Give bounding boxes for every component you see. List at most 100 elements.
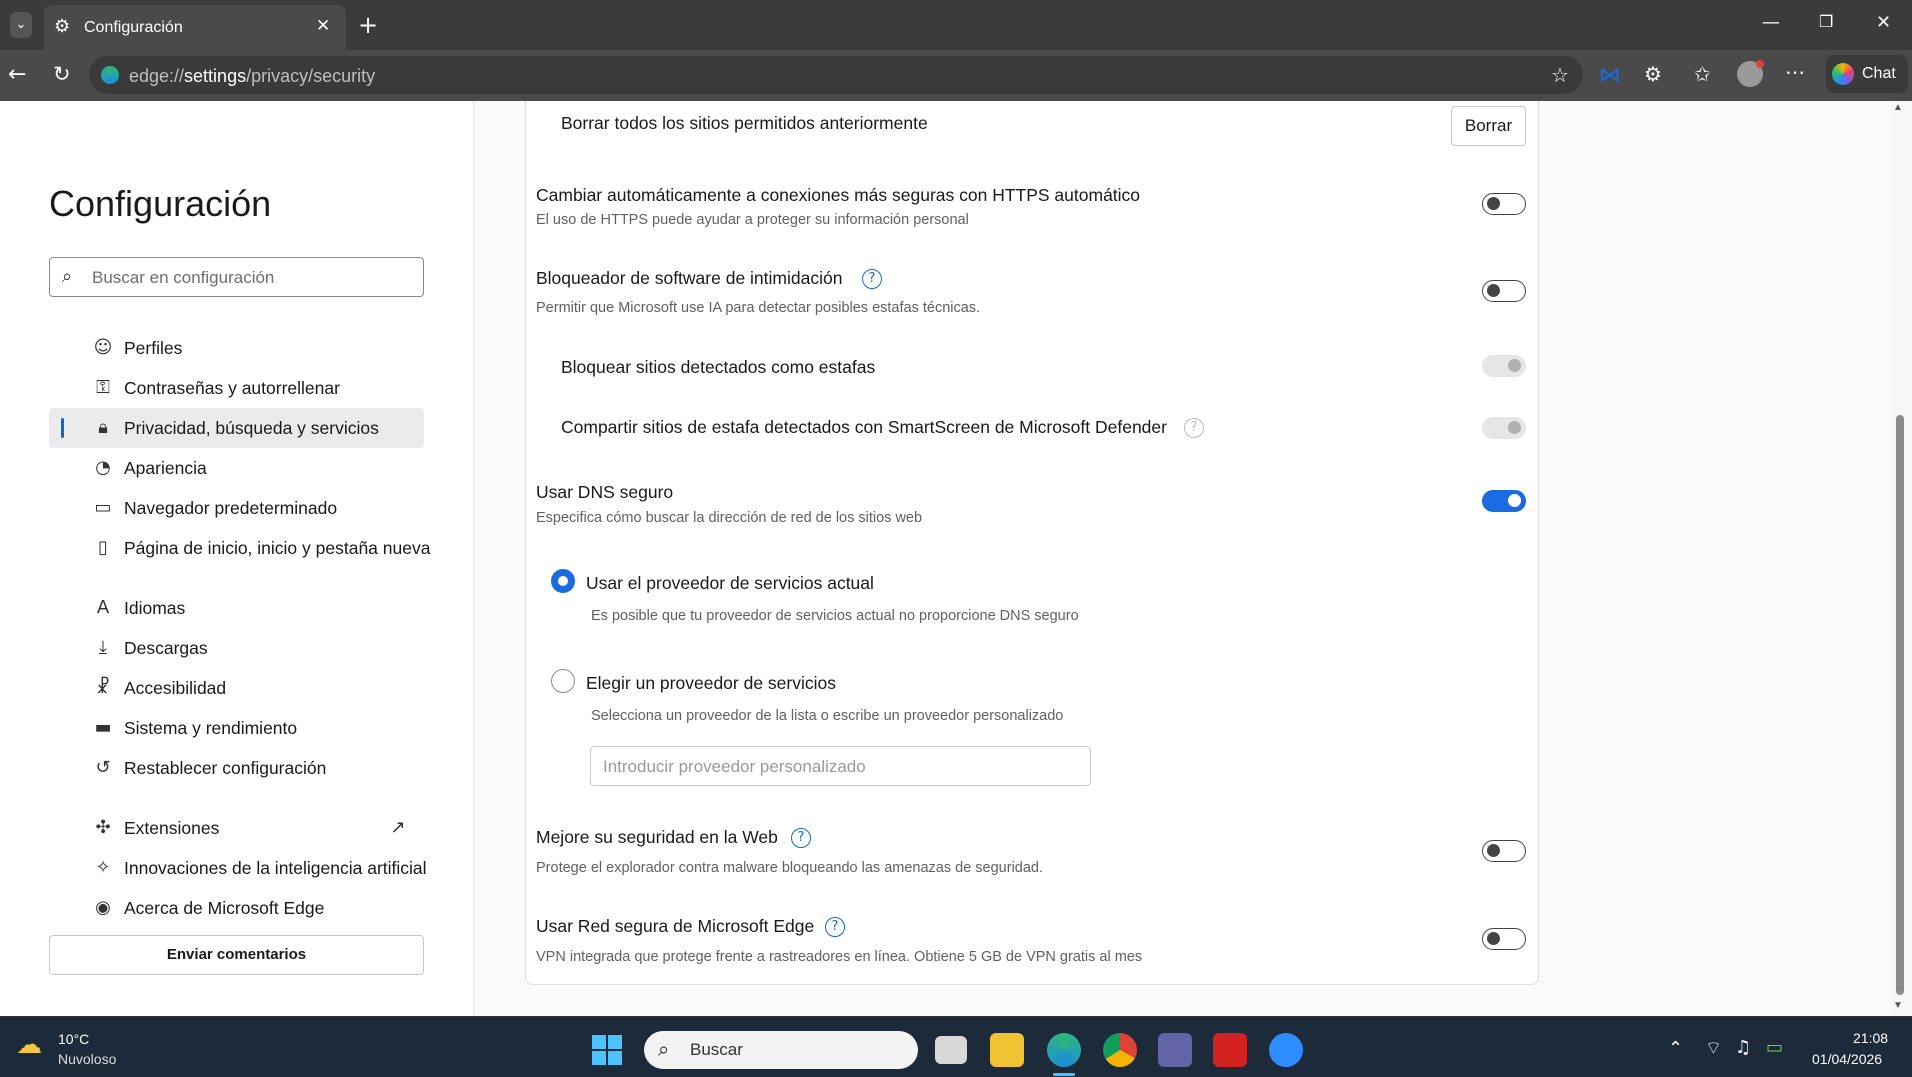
new-tab-icon[interactable]: + — [358, 11, 378, 39]
scareware-toggle[interactable] — [1482, 280, 1526, 302]
dns-current-radio[interactable] — [551, 569, 575, 593]
sidebar-item-start-page[interactable]: ▯ Página de inicio, inicio y pestaña nue… — [49, 528, 430, 568]
search-placeholder: Buscar en configuración — [92, 268, 275, 287]
sidebar-item-downloads[interactable]: ⤓ Descargas — [49, 628, 424, 668]
gear-icon: ⚙ — [54, 16, 71, 37]
help-icon[interactable]: ? — [862, 269, 882, 289]
sidebar-item-accessibility[interactable]: ☧ Accesibilidad — [49, 668, 424, 708]
laptop-icon: ▬ — [94, 717, 112, 738]
dns-title: Usar DNS seguro — [536, 482, 674, 502]
toggle-knob — [1487, 844, 1500, 857]
sidebar-item-ai[interactable]: ✧ Innovaciones de la inteligencia artifi… — [49, 848, 426, 888]
send-feedback-button[interactable]: Enviar comentarios — [49, 935, 424, 975]
web-security-toggle[interactable] — [1482, 840, 1526, 862]
sidebar-item-languages[interactable]: A Idiomas — [49, 588, 424, 628]
key-icon: ⚿ — [96, 377, 110, 398]
chat-label: Chat — [1862, 65, 1896, 82]
battery-icon[interactable]: ▭ — [1766, 1037, 1783, 1058]
task-view-icon[interactable] — [935, 1036, 967, 1064]
clock-time[interactable]: 21:08 — [1853, 1030, 1888, 1046]
sidebar-item-label: Página de inicio, inicio y pestaña nueva — [124, 538, 431, 558]
weather-cloud-icon[interactable]: ☁ — [16, 1030, 42, 1060]
scroll-up-arrow-icon[interactable]: ▲ — [1893, 102, 1903, 113]
back-icon[interactable]: ← — [8, 62, 26, 87]
refresh-icon[interactable]: ↻ — [53, 62, 71, 86]
chat-button[interactable]: Chat — [1826, 55, 1908, 93]
custom-provider-input[interactable]: Introducir proveedor personalizado — [590, 746, 1091, 786]
help-icon[interactable]: ? — [1184, 418, 1204, 438]
sidebar-item-label: Apariencia — [124, 458, 207, 478]
dns-toggle[interactable] — [1482, 490, 1526, 512]
teams-icon[interactable] — [1158, 1033, 1192, 1067]
block-scam-toggle[interactable] — [1482, 355, 1526, 377]
toggle-knob — [1508, 494, 1521, 507]
puzzle-icon: ✣ — [95, 817, 111, 838]
more-options-icon[interactable]: ⋯ — [1785, 60, 1805, 84]
tab-list-button[interactable]: ⌄ — [10, 12, 32, 38]
https-toggle[interactable] — [1482, 193, 1526, 215]
show-hidden-icons-chevron-icon[interactable]: ⌃ — [1668, 1038, 1683, 1059]
weather-desc: Nuvoloso — [58, 1051, 117, 1067]
clear-button[interactable]: Borrar — [1451, 106, 1526, 146]
sidebar-item-passwords[interactable]: ⚿ Contraseñas y autorrellenar — [49, 368, 424, 408]
download-icon: ⤓ — [99, 637, 107, 658]
ai-icon: ✧ — [95, 857, 111, 878]
close-tab-icon[interactable]: ✕ — [316, 16, 330, 36]
extensions-icon[interactable]: ⚙ — [1644, 62, 1662, 86]
sidebar-item-profiles[interactable]: ☺ Perfiles — [49, 328, 424, 368]
help-icon[interactable]: ? — [825, 917, 845, 937]
close-window-icon[interactable]: ✕ — [1876, 12, 1891, 33]
sidebar-item-label: Idiomas — [124, 598, 186, 618]
dns-choose-radio[interactable] — [551, 669, 575, 693]
chrome-icon[interactable] — [1103, 1033, 1137, 1067]
sidebar-item-extensions[interactable]: ✣ Extensiones ↗ — [49, 808, 424, 848]
clear-sites-title: Borrar todos los sitios permitidos anter… — [561, 113, 928, 133]
sidebar-item-system[interactable]: ▬ Sistema y rendimiento — [49, 708, 424, 748]
external-link-icon: ↗ — [390, 817, 406, 838]
edge-icon: ◉ — [95, 897, 111, 918]
sidebar-item-about[interactable]: ◉ Acerca de Microsoft Edge — [49, 888, 424, 928]
wifi-icon[interactable]: ⌔ — [1705, 1037, 1722, 1060]
sidebar-item-appearance[interactable]: ◔ Apariencia — [49, 448, 424, 488]
web-security-desc: Protege el explorador contra malware blo… — [536, 860, 1044, 876]
search-input[interactable]: ⌕ Buscar en configuración — [49, 257, 424, 297]
share-scam-toggle[interactable] — [1482, 417, 1526, 439]
zoom-icon[interactable] — [1269, 1033, 1303, 1067]
sidebar-item-label: Contraseñas y autorrellenar — [124, 378, 340, 398]
taskbar-search-placeholder: Buscar — [690, 1040, 743, 1059]
sidebar-item-reset[interactable]: ↺ Restablecer configuración — [49, 748, 424, 788]
scroll-down-arrow-icon[interactable]: ▼ — [1893, 1000, 1903, 1011]
minimize-icon[interactable]: — — [1762, 12, 1780, 33]
favorites-icon[interactable]: ✩ — [1694, 62, 1711, 86]
secure-network-title: Usar Red segura de Microsoft Edge — [536, 916, 815, 936]
favorite-star-icon[interactable]: ☆ — [1551, 63, 1569, 87]
sidebar-item-privacy[interactable]: 🔒︎ Privacidad, búsqueda y servicios — [49, 408, 424, 448]
address-bar[interactable]: edge://settings/privacy/security ☆ — [89, 56, 1583, 94]
notification-dot — [1756, 60, 1764, 68]
sidebar-item-default-browser[interactable]: ▭ Navegador predeterminado — [49, 488, 424, 528]
tab-settings[interactable]: ⚙ Configuración ✕ — [44, 5, 346, 50]
edge-logo-icon — [101, 66, 119, 84]
edge-taskbar-icon[interactable] — [1047, 1033, 1081, 1067]
sidebar-item-label: Restablecer configuración — [124, 758, 327, 778]
acrobat-icon[interactable] — [1213, 1033, 1247, 1067]
toggle-knob — [1508, 359, 1521, 372]
sidebar-item-label: Privacidad, búsqueda y servicios — [124, 418, 379, 438]
restore-icon[interactable]: ❐ — [1819, 12, 1833, 31]
active-app-indicator — [1053, 1073, 1075, 1076]
secure-network-toggle[interactable] — [1482, 928, 1526, 950]
taskbar-search[interactable]: ⌕ Buscar — [644, 1031, 918, 1069]
file-explorer-icon[interactable] — [990, 1033, 1024, 1067]
reset-icon: ↺ — [95, 757, 111, 778]
copilot-extension-icon[interactable]: ⋈ — [1599, 63, 1621, 88]
clock-date[interactable]: 01/04/2026 — [1812, 1051, 1882, 1067]
start-button[interactable] — [592, 1035, 622, 1065]
accessibility-icon: ☧ — [95, 677, 111, 698]
sidebar-item-label: Navegador predeterminado — [124, 498, 338, 518]
help-icon[interactable]: ? — [791, 828, 811, 848]
title-bar: ⌄ ⚙ Configuración ✕ + — ❐ ✕ — [0, 0, 1912, 50]
secure-network-desc: VPN integrada que protege frente a rastr… — [536, 949, 1143, 965]
dns-current-title: Usar el proveedor de servicios actual — [586, 573, 874, 593]
scrollbar-thumb[interactable] — [1896, 415, 1904, 995]
volume-icon[interactable]: ♫ — [1735, 1037, 1751, 1058]
